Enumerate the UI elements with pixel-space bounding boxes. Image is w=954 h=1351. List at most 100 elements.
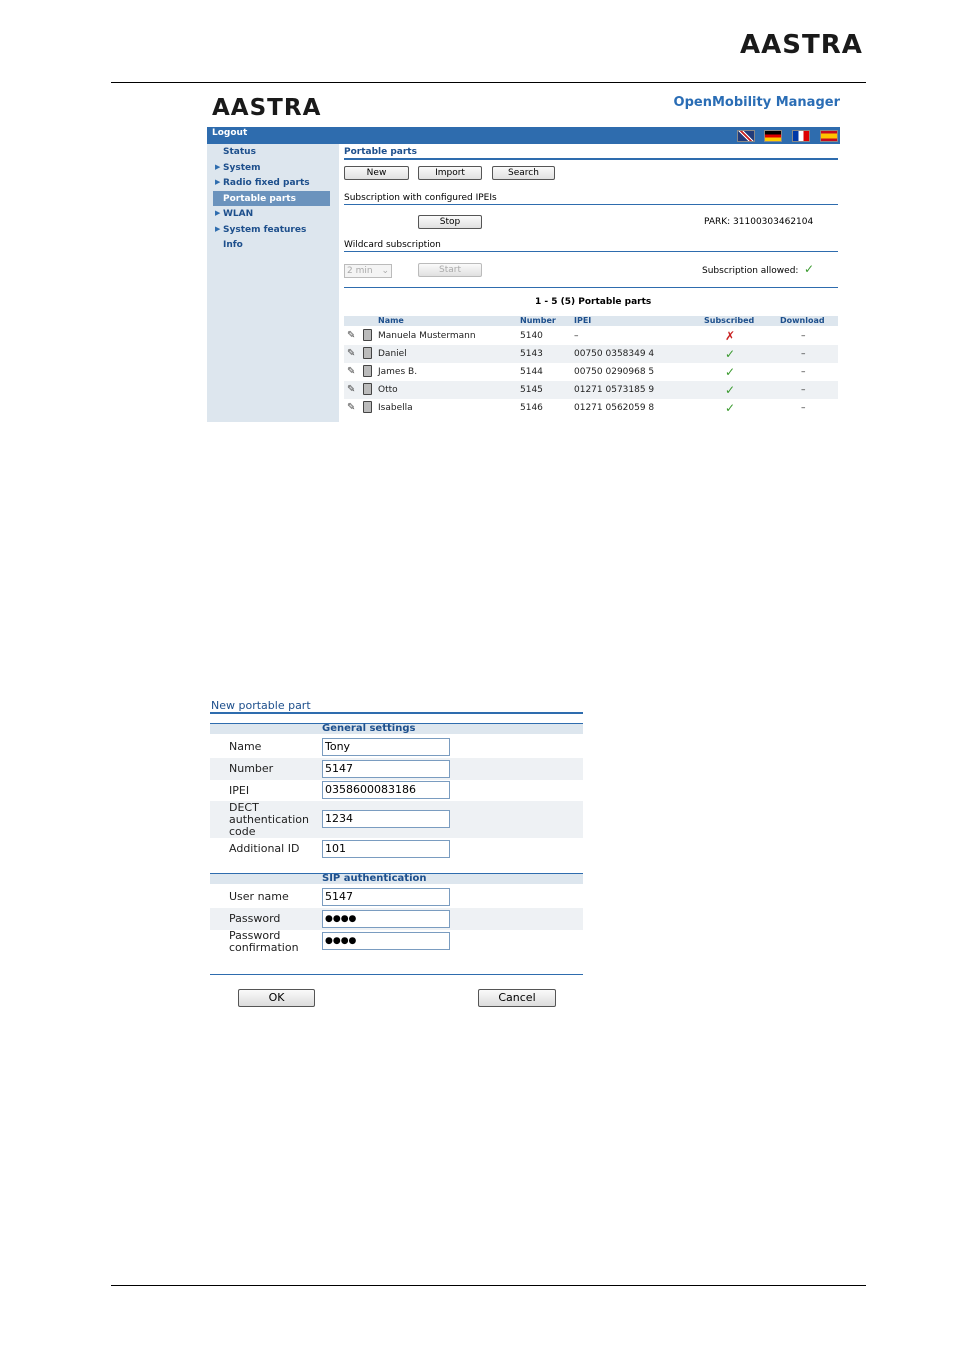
field-row: User name 5147 — [210, 886, 583, 908]
expand-arrow-icon[interactable]: ▶ — [215, 163, 220, 171]
es-flag-icon[interactable] — [820, 130, 838, 142]
row-number: 5140 — [520, 331, 543, 341]
wildcard-select-value: 2 min — [347, 266, 373, 276]
table-header: Name Number IPEI Subscribed Download — [344, 316, 838, 326]
field-row: Password confirmation ●●●● — [210, 930, 583, 954]
nav-wlan[interactable]: WLAN — [223, 209, 253, 219]
delete-icon[interactable] — [363, 347, 372, 359]
chevron-down-icon: ⌄ — [381, 266, 389, 276]
delete-icon[interactable] — [363, 383, 372, 395]
table-row: ✎ Isabella 5146 01271 0562059 8 ✓ – — [344, 399, 838, 417]
col-subscribed[interactable]: Subscribed — [704, 316, 754, 325]
name-label: Name — [229, 740, 262, 753]
edit-icon[interactable]: ✎ — [347, 384, 355, 395]
password-confirmation-label: Password confirmation — [229, 929, 299, 954]
check-icon: ✓ — [725, 383, 736, 397]
wildcard-duration-select[interactable]: 2 min ⌄ — [344, 264, 392, 278]
section-rule — [344, 158, 838, 160]
row-name: Manuela Mustermann — [378, 331, 476, 341]
app-logo: AASTRA — [212, 95, 322, 121]
edit-icon[interactable]: ✎ — [347, 402, 355, 413]
form-bottom-rule — [210, 974, 583, 975]
edit-icon[interactable]: ✎ — [347, 366, 355, 377]
col-name[interactable]: Name — [378, 316, 404, 325]
search-button[interactable]: Search — [492, 166, 555, 180]
section-title: Portable parts — [344, 147, 417, 157]
check-icon: ✓ — [725, 347, 736, 361]
sip-auth-header: SIP authentication — [210, 873, 583, 884]
additional-id-field[interactable]: 101 — [322, 840, 450, 858]
fr-flag-icon[interactable] — [792, 130, 810, 142]
expand-arrow-icon[interactable]: ▶ — [215, 209, 220, 217]
edit-icon[interactable]: ✎ — [347, 348, 355, 359]
field-row: DECT authentication code 1234 — [210, 801, 583, 838]
import-button[interactable]: Import — [418, 166, 482, 180]
start-button[interactable]: Start — [418, 263, 482, 277]
top-bar: Logout — [207, 127, 840, 144]
logout-link[interactable]: Logout — [212, 128, 247, 138]
row-ipei: 00750 0358349 4 — [574, 349, 655, 359]
additional-id-label: Additional ID — [229, 842, 300, 855]
number-field[interactable]: 5147 — [322, 760, 450, 778]
footer-rule — [111, 1285, 866, 1286]
delete-icon[interactable] — [363, 365, 372, 377]
dect-auth-code-field[interactable]: 1234 — [322, 810, 450, 828]
new-portable-part-screenshot: New portable part General settings Name … — [210, 699, 583, 1011]
row-number: 5143 — [520, 349, 543, 359]
sidebar: Status ▶ System ▶ Radio fixed parts Port… — [207, 144, 339, 422]
row-download: – — [801, 367, 806, 377]
expand-arrow-icon[interactable]: ▶ — [215, 178, 220, 186]
row-name: James B. — [378, 367, 418, 377]
nav-system-features[interactable]: System features — [223, 225, 306, 235]
field-row: Number 5147 — [210, 758, 583, 780]
password-label: Password — [229, 912, 281, 925]
delete-icon[interactable] — [363, 401, 372, 413]
field-row: Password ●●●● — [210, 908, 583, 930]
general-settings-label: General settings — [322, 723, 416, 734]
cancel-button[interactable]: Cancel — [478, 989, 556, 1007]
check-icon: ✓ — [725, 401, 736, 415]
ipei-label: IPEI — [229, 784, 250, 797]
table-row: ✎ James B. 5144 00750 0290968 5 ✓ – — [344, 363, 838, 381]
nav-radio-fixed-parts[interactable]: Radio fixed parts — [223, 178, 310, 188]
title-rule — [210, 712, 583, 714]
edit-icon[interactable]: ✎ — [347, 330, 355, 341]
app-title: OpenMobility Manager — [673, 95, 840, 110]
row-download: – — [801, 349, 806, 359]
table-row: ✎ Daniel 5143 00750 0358349 4 ✓ – — [344, 345, 838, 363]
user-name-label: User name — [229, 890, 289, 903]
row-download: – — [801, 331, 806, 341]
table-caption: 1 - 5 (5) Portable parts — [535, 297, 652, 307]
ipei-field[interactable]: 0358600083186 — [322, 781, 450, 799]
main-content: Portable parts New Import Search Subscri… — [344, 144, 840, 422]
row-number: 5144 — [520, 367, 543, 377]
row-name: Otto — [378, 385, 398, 395]
stop-button[interactable]: Stop — [418, 215, 482, 229]
table-row: ✎ Otto 5145 01271 0573185 9 ✓ – — [344, 381, 838, 399]
nav-status[interactable]: Status — [223, 147, 256, 157]
name-field[interactable]: Tony — [322, 738, 450, 756]
col-download[interactable]: Download — [780, 316, 825, 325]
password-field[interactable]: ●●●● — [322, 910, 450, 928]
nav-info[interactable]: Info — [223, 240, 243, 250]
new-button[interactable]: New — [344, 166, 409, 180]
de-flag-icon[interactable] — [764, 130, 782, 142]
user-name-field[interactable]: 5147 — [322, 888, 450, 906]
nav-portable-parts[interactable]: Portable parts — [223, 194, 296, 204]
password-confirmation-field[interactable]: ●●●● — [322, 932, 450, 950]
delete-icon[interactable] — [363, 329, 372, 341]
wildcard-rule — [344, 251, 838, 252]
row-name: Daniel — [378, 349, 407, 359]
ok-button[interactable]: OK — [238, 989, 315, 1007]
subscription-title: Subscription with configured IPEIs — [344, 193, 497, 203]
omm-portable-parts-screenshot: AASTRA OpenMobility Manager Logout Statu… — [207, 89, 840, 422]
subscription-rule — [344, 204, 838, 205]
uk-flag-icon[interactable] — [737, 130, 755, 142]
col-ipei[interactable]: IPEI — [574, 316, 591, 325]
number-label: Number — [229, 762, 274, 775]
field-row: Name Tony — [210, 736, 583, 758]
nav-system[interactable]: System — [223, 163, 261, 173]
expand-arrow-icon[interactable]: ▶ — [215, 225, 220, 233]
col-number[interactable]: Number — [520, 316, 556, 325]
wildcard-title: Wildcard subscription — [344, 240, 441, 250]
